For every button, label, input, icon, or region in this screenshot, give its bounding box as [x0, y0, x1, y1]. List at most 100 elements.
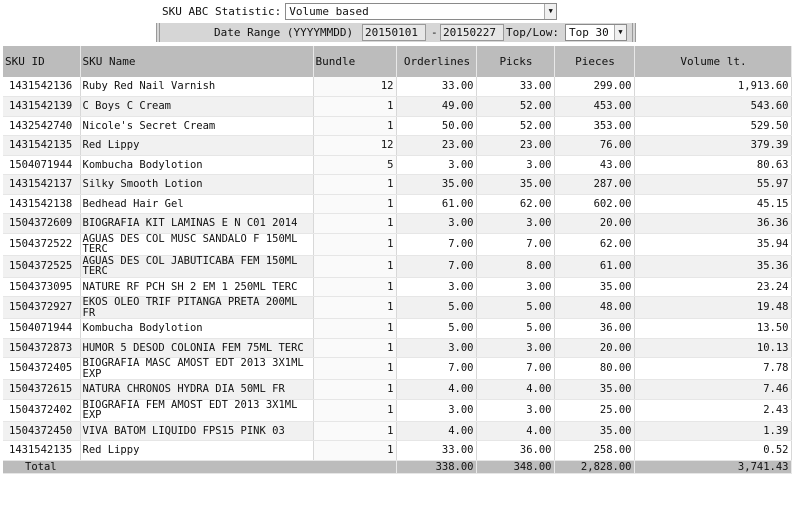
header-sku-id[interactable]: SKU ID — [3, 46, 81, 77]
cell-picks: 33.00 — [476, 77, 555, 97]
cell-volume: 35.36 — [634, 255, 792, 278]
cell-volume: 36.36 — [634, 213, 792, 234]
cell-pieces: 25.00 — [554, 399, 635, 422]
cell-sku-name: NATURA CHRONOS HYDRA DIA 50ML FR — [80, 379, 314, 400]
cell-volume: 0.52 — [634, 440, 792, 461]
cell-sku-name: Kombucha Bodylotion — [80, 155, 314, 175]
cell-sku-id: 1431542139 — [3, 96, 81, 117]
cell-pieces: 43.00 — [554, 155, 635, 175]
cell-picks: 52.00 — [476, 96, 555, 117]
cell-pieces: 258.00 — [554, 440, 635, 461]
cell-orderlines: 7.00 — [396, 233, 477, 256]
cell-picks: 35.00 — [476, 174, 555, 195]
cell-picks: 3.00 — [476, 277, 555, 297]
cell-sku-id: 1504372525 — [3, 255, 81, 278]
cell-picks: 7.00 — [476, 357, 555, 380]
cell-picks: 36.00 — [476, 440, 555, 461]
cell-pieces: 35.00 — [554, 421, 635, 441]
header-sku-name[interactable]: SKU Name — [80, 46, 314, 77]
cell-bundle: 1 — [313, 440, 397, 461]
cell-volume: 543.60 — [634, 96, 792, 117]
cell-orderlines: 23.00 — [396, 135, 477, 156]
cell-picks: 62.00 — [476, 194, 555, 214]
toplow-select[interactable]: Top 30 ▼ — [565, 24, 627, 41]
table-row[interactable]: 1504372405 BIOGRAFIA MASC AMOST EDT 2013 … — [3, 357, 792, 380]
cell-pieces: 48.00 — [554, 296, 635, 319]
date-range-label: Date Range (YYYYMMDD) — [214, 26, 354, 39]
cell-picks: 3.00 — [476, 399, 555, 422]
table-row[interactable]: 1504372609 BIOGRAFIA KIT LAMINAS E N C01 … — [3, 213, 792, 234]
header-orderlines[interactable]: Orderlines — [396, 46, 477, 77]
cell-orderlines: 7.00 — [396, 357, 477, 380]
cell-bundle: 1 — [313, 194, 397, 214]
table-row[interactable]: 1432542740 Nicole's Secret Cream 1 50.00 52.… — [3, 116, 792, 136]
statistic-label: SKU ABC Statistic: — [162, 5, 282, 18]
table-header-row: SKU ID SKU Name Bundle Orderlines Picks … — [3, 46, 792, 77]
cell-sku-id: 1504372522 — [3, 233, 81, 256]
table-row[interactable]: 1504071944 Kombucha Bodylotion 1 5.00 5.00 36… — [3, 318, 792, 339]
cell-sku-name: EKOS OLEO TRIF PITANGA PRETA 200ML FR — [80, 296, 314, 319]
table-row[interactable]: 1504372450 VIVA BATOM LIQUIDO FPS15 PINK … — [3, 421, 792, 441]
table-row[interactable]: 1431542136 Ruby Red Nail Varnish 12 33.00 33… — [3, 77, 792, 97]
cell-bundle: 1 — [313, 421, 397, 441]
table-row[interactable]: 1504373095 NATURE RF PCH SH 2 EM 1 250ML … — [3, 277, 792, 297]
cell-orderlines: 3.00 — [396, 277, 477, 297]
total-pieces: 2,828.00 — [554, 460, 635, 474]
table-row[interactable]: 1431542135 Red Lippy 12 23.00 23.00 76.00 379.… — [3, 135, 792, 156]
cell-orderlines: 3.00 — [396, 338, 477, 358]
cell-sku-name: Ruby Red Nail Varnish — [80, 77, 314, 97]
cell-orderlines: 3.00 — [396, 213, 477, 234]
cell-pieces: 61.00 — [554, 255, 635, 278]
cell-bundle: 1 — [313, 296, 397, 319]
cell-volume: 19.48 — [634, 296, 792, 319]
cell-volume: 13.50 — [634, 318, 792, 339]
cell-picks: 3.00 — [476, 338, 555, 358]
cell-bundle: 12 — [313, 77, 397, 97]
table-row[interactable]: 1431542137 Silky Smooth Lotion 1 35.00 35.00… — [3, 174, 792, 195]
cell-bundle: 1 — [313, 357, 397, 380]
table-row[interactable]: 1504372615 NATURA CHRONOS HYDRA DIA 50ML … — [3, 379, 792, 400]
cell-picks: 23.00 — [476, 135, 555, 156]
cell-sku-name: BIOGRAFIA FEM AMOST EDT 2013 3X1ML EXP — [80, 399, 314, 422]
cell-sku-name: VIVA BATOM LIQUIDO FPS15 PINK 03 — [80, 421, 314, 441]
cell-orderlines: 61.00 — [396, 194, 477, 214]
table-row[interactable]: 1504372873 HUMOR 5 DESOD COLONIA FEM 75ML… — [3, 338, 792, 358]
cell-orderlines: 33.00 — [396, 440, 477, 461]
cell-volume: 23.24 — [634, 277, 792, 297]
cell-sku-name: HUMOR 5 DESOD COLONIA FEM 75ML TERC — [80, 338, 314, 358]
chevron-down-icon[interactable]: ▼ — [544, 4, 557, 19]
table-row[interactable]: 1504071944 Kombucha Bodylotion 5 3.00 3.00 43… — [3, 155, 792, 175]
table-row[interactable]: 1431542139 C Boys C Cream 1 49.00 52.00 453.0… — [3, 96, 792, 117]
header-picks[interactable]: Picks — [476, 46, 555, 77]
total-row: Total 338.00 348.00 2,828.00 3,741.43 — [3, 460, 792, 474]
table-row[interactable]: 1504372525 AGUAS DES COL JABUTICABA FEM 1… — [3, 255, 792, 278]
cell-sku-id: 1431542135 — [3, 440, 81, 461]
header-pieces[interactable]: Pieces — [554, 46, 635, 77]
cell-orderlines: 35.00 — [396, 174, 477, 195]
statistic-select[interactable]: Volume based ▼ — [285, 3, 558, 20]
cell-sku-name: Red Lippy — [80, 440, 314, 461]
cell-bundle: 5 — [313, 155, 397, 175]
header-bundle[interactable]: Bundle — [313, 46, 397, 77]
cell-bundle: 1 — [313, 233, 397, 256]
date-separator: - — [431, 26, 438, 39]
date-to-input[interactable]: 20150227 — [440, 24, 504, 41]
chevron-down-icon[interactable]: ▼ — [614, 25, 626, 40]
cell-orderlines: 4.00 — [396, 421, 477, 441]
table-row[interactable]: 1431542138 Bedhead Hair Gel 1 61.00 62.00 602… — [3, 194, 792, 214]
cell-picks: 52.00 — [476, 116, 555, 136]
cell-volume: 10.13 — [634, 338, 792, 358]
table-row[interactable]: 1504372522 AGUAS DES COL MUSC SANDALO F 1… — [3, 233, 792, 256]
date-from-input[interactable]: 20150101 — [362, 24, 426, 41]
header-volume[interactable]: Volume lt. — [634, 46, 792, 77]
toplow-select-value: Top 30 — [569, 26, 609, 39]
table-row[interactable]: 1504372927 EKOS OLEO TRIF PITANGA PRETA 2… — [3, 296, 792, 319]
cell-bundle: 1 — [313, 96, 397, 117]
cell-volume: 1.39 — [634, 421, 792, 441]
cell-sku-id: 1504372927 — [3, 296, 81, 319]
table-row[interactable]: 1431542135 Red Lippy 1 33.00 36.00 258.00 0.52 — [3, 440, 792, 461]
cell-sku-name: AGUAS DES COL MUSC SANDALO F 150ML TERC — [80, 233, 314, 256]
date-range-control-row: Date Range (YYYYMMDD) 20150101 - 2015022… — [156, 23, 636, 42]
table-row[interactable]: 1504372402 BIOGRAFIA FEM AMOST EDT 2013 3… — [3, 399, 792, 422]
statistic-control-row: SKU ABC Statistic: Volume based ▼ — [162, 2, 558, 21]
